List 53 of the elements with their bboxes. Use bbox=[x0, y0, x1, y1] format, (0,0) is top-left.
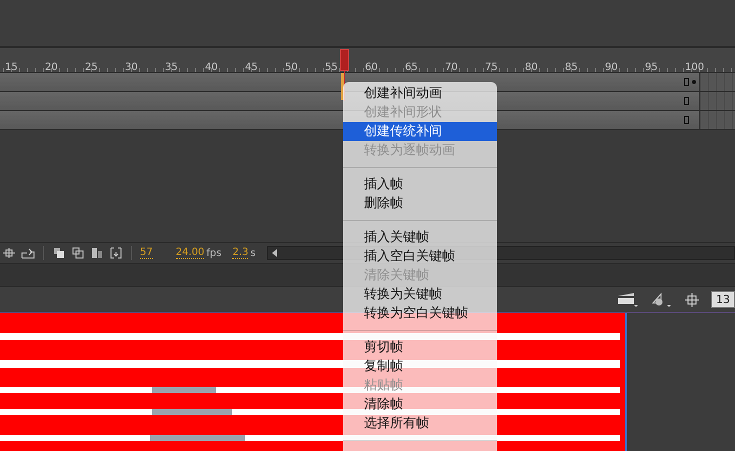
keyframe-dot bbox=[692, 80, 696, 84]
onion-outline-icon[interactable] bbox=[71, 246, 85, 260]
frame-number: 75 bbox=[485, 62, 498, 73]
frame-number: 65 bbox=[405, 62, 418, 73]
frame-number: 55 bbox=[325, 62, 338, 73]
keyframe-marker bbox=[684, 116, 689, 124]
frame-number: 25 bbox=[85, 62, 98, 73]
keyframe-marker bbox=[684, 78, 689, 86]
frame-rate-field[interactable]: 24.00 bbox=[176, 247, 204, 259]
current-frame-field[interactable]: 57 bbox=[140, 247, 153, 259]
center-frame-icon[interactable] bbox=[2, 246, 16, 260]
frame-number: 95 bbox=[645, 62, 658, 73]
menu-item[interactable]: 创建补间动画 bbox=[343, 84, 497, 103]
menu-item[interactable]: 复制帧 bbox=[343, 357, 497, 376]
menu-item[interactable]: 转换为关键帧 bbox=[343, 285, 497, 304]
shapes-icon[interactable] bbox=[651, 292, 673, 308]
menu-item[interactable]: 删除帧 bbox=[343, 194, 497, 213]
keyframe-marker bbox=[684, 97, 689, 105]
fps-label: fps bbox=[206, 248, 222, 258]
menu-item[interactable]: 插入空白关键帧 bbox=[343, 247, 497, 266]
scroll-left-icon[interactable] bbox=[272, 249, 278, 257]
frame-number: 45 bbox=[245, 62, 258, 73]
seconds-label: s bbox=[250, 248, 256, 258]
frame-number: 85 bbox=[565, 62, 578, 73]
frame-number: 70 bbox=[445, 62, 458, 73]
onion-skin-icon[interactable] bbox=[52, 246, 66, 260]
elapsed-time-field[interactable]: 2.3 bbox=[232, 247, 248, 259]
crosshair-icon[interactable] bbox=[685, 292, 699, 306]
menu-item[interactable]: 转换为空白关键帧 bbox=[343, 304, 497, 323]
frame-number: 80 bbox=[525, 62, 538, 73]
frame-number: 15 bbox=[5, 62, 18, 73]
frame-number: 90 bbox=[605, 62, 618, 73]
menu-item[interactable]: 剪切帧 bbox=[343, 338, 497, 357]
frame-grid bbox=[700, 92, 735, 110]
menu-item[interactable]: 创建传统补间 bbox=[343, 122, 497, 141]
frame-number: 20 bbox=[45, 62, 58, 73]
edit-frames-icon[interactable] bbox=[90, 246, 104, 260]
frame-number: 100 bbox=[685, 62, 704, 73]
frame-number: 50 bbox=[285, 62, 298, 73]
zoom-field[interactable]: 13 bbox=[711, 291, 735, 308]
frame-number: 40 bbox=[205, 62, 218, 73]
frame-number: 35 bbox=[165, 62, 178, 73]
frame-grid bbox=[700, 73, 735, 91]
frame-number: 30 bbox=[125, 62, 138, 73]
frame-grid bbox=[700, 111, 735, 129]
frame-number: 60 bbox=[365, 62, 378, 73]
menu-item[interactable]: 插入关键帧 bbox=[343, 228, 497, 247]
menu-item[interactable]: 插入帧 bbox=[343, 175, 497, 194]
clapperboard-icon[interactable] bbox=[617, 292, 639, 308]
onion-markers-icon[interactable] bbox=[109, 246, 123, 260]
menu-item[interactable]: 清除帧 bbox=[343, 395, 497, 414]
menu-item[interactable]: 选择所有帧 bbox=[343, 414, 497, 433]
loop-icon[interactable] bbox=[21, 246, 35, 260]
